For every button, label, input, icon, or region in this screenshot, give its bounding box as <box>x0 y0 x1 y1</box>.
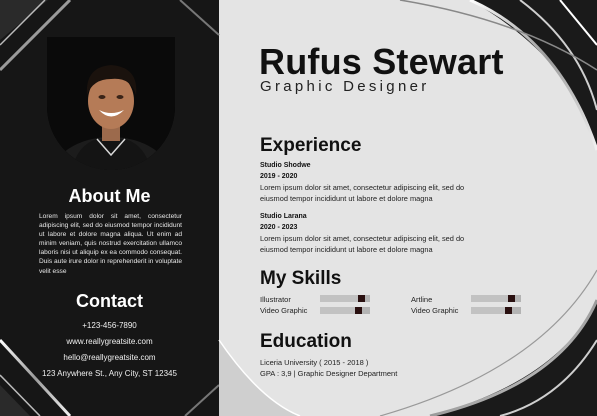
job-description: Lorem ipsum dolor sit amet, consectetur … <box>260 183 465 203</box>
contact-phone: +123-456-7890 <box>82 321 137 330</box>
job-company: Studio Shodwe <box>260 162 311 169</box>
skill-bar-fill <box>320 307 355 314</box>
contact-address: 123 Anywhere St., Any City, ST 12345 <box>42 369 177 378</box>
skill-bar <box>471 307 521 314</box>
contact-email: hello@reallygreatsite.com <box>63 353 156 362</box>
skill-bar-fill <box>320 295 358 302</box>
skill-label: Artline <box>411 295 433 304</box>
skill-bar-marker <box>358 295 365 302</box>
skill-bar-marker <box>505 307 512 314</box>
job-description: Lorem ipsum dolor sit amet, consectetur … <box>260 234 465 254</box>
job-years: 2020 - 2023 <box>260 224 298 231</box>
skill-bar-marker <box>508 295 515 302</box>
person-title: Graphic Designer <box>260 78 430 95</box>
skills-heading: My Skills <box>260 268 342 289</box>
skill-label: Illustrator <box>260 295 291 304</box>
skill-bar-marker <box>355 307 362 314</box>
about-paragraph: Lorem ipsum dolor sit amet, consectetur … <box>39 213 182 275</box>
skill-label: Video Graphic <box>260 306 308 315</box>
contact-website: www.reallygreatsite.com <box>66 337 153 346</box>
job-years: 2019 - 2020 <box>260 173 298 180</box>
education-heading: Education <box>260 331 352 352</box>
skill-bar-fill <box>471 307 505 314</box>
skill-bar <box>320 295 370 302</box>
experience-heading: Experience <box>260 135 362 156</box>
person-name: Rufus Stewart <box>259 41 504 82</box>
education-detail: GPA : 3,9 | Graphic Designer Department <box>260 369 398 378</box>
skill-bar <box>320 307 370 314</box>
skill-bar <box>471 295 521 302</box>
resume-page: About Me Lorem ipsum dolor sit amet, con… <box>0 0 597 416</box>
job-company: Studio Larana <box>260 213 307 220</box>
profile-photo <box>47 37 175 170</box>
skill-label: Video Graphic <box>411 306 459 315</box>
contact-heading: Contact <box>76 291 143 311</box>
about-heading: About Me <box>68 186 151 206</box>
skill-bar-fill <box>471 295 508 302</box>
education-school: Liceria University ( 2015 - 2018 ) <box>260 358 369 367</box>
